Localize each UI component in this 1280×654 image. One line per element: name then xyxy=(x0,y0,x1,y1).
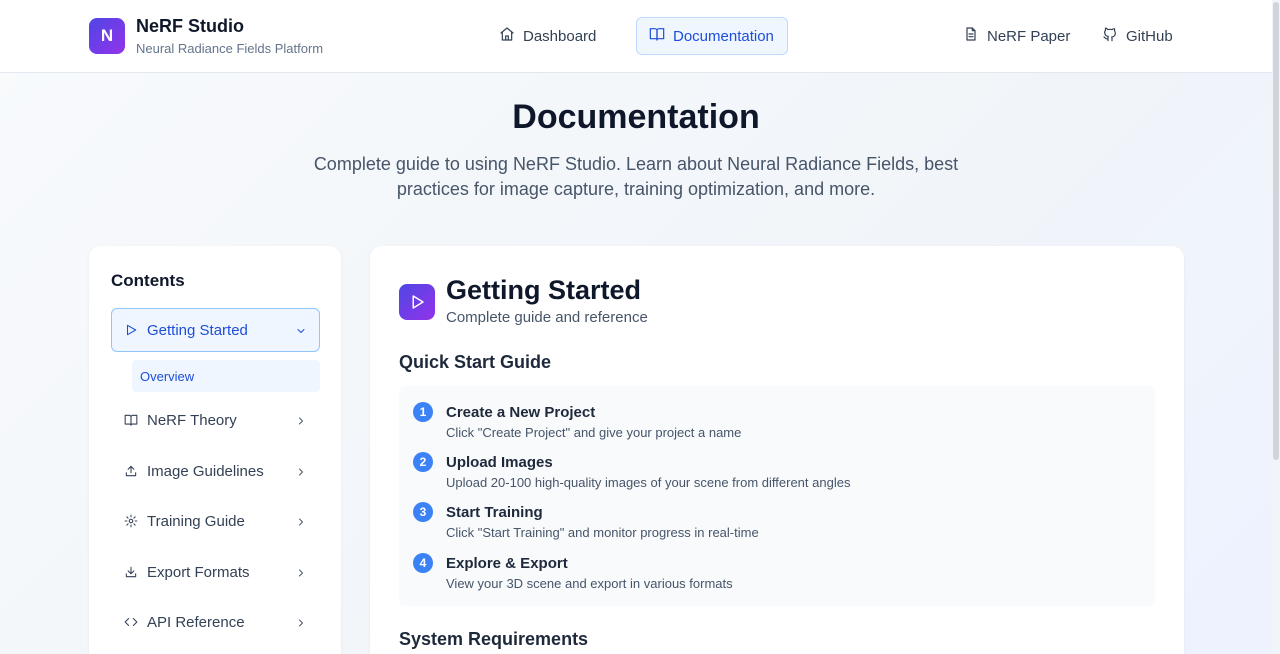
github-icon xyxy=(1102,26,1118,46)
contents-sidebar: Contents Getting Started Overview NeRF T… xyxy=(89,246,341,654)
sidebar-item-api-reference[interactable]: API Reference xyxy=(111,600,320,644)
github-link[interactable]: GitHub xyxy=(1089,17,1186,55)
quick-start-steps: 1 Create a New Project Click "Create Pro… xyxy=(399,386,1155,606)
step-number-badge: 3 xyxy=(413,502,433,522)
chevron-right-icon xyxy=(295,515,307,527)
step-title: Upload Images xyxy=(446,454,553,471)
system-requirements-heading: System Requirements xyxy=(399,629,589,649)
scrollbar-thumb[interactable] xyxy=(1273,2,1279,460)
step-number-badge: 2 xyxy=(413,452,433,472)
quick-start-heading: Quick Start Guide xyxy=(399,352,552,372)
step-description: Click "Create Project" and give your pro… xyxy=(446,425,742,440)
step-title: Create a New Project xyxy=(446,404,596,421)
sidebar-item-nerf-theory[interactable]: NeRF Theory xyxy=(111,398,320,442)
section-subtitle: Complete guide and reference xyxy=(446,309,648,326)
step-title: Explore & Export xyxy=(446,555,568,572)
nerf-paper-label: NeRF Paper xyxy=(987,27,1071,45)
sidebar-item-getting-started[interactable]: Getting Started xyxy=(111,308,320,352)
nerf-paper-link[interactable]: NeRF Paper xyxy=(950,17,1083,55)
logo-icon[interactable]: N xyxy=(89,18,125,54)
page-title: Documentation xyxy=(512,98,760,136)
sidebar-item-label: Training Guide xyxy=(147,512,245,530)
step-description: Upload 20-100 high-quality images of you… xyxy=(446,475,851,490)
sidebar-item-label: NeRF Theory xyxy=(147,411,237,429)
sidebar-item-label: Getting Started xyxy=(147,321,248,339)
step-number-badge: 4 xyxy=(413,553,433,573)
nav-documentation-label: Documentation xyxy=(673,27,774,45)
brand-title[interactable]: NeRF Studio xyxy=(136,16,244,37)
code-icon xyxy=(124,615,138,629)
step-number-badge: 1 xyxy=(413,402,433,422)
sidebar-item-label: Image Guidelines xyxy=(147,462,264,480)
chevron-right-icon xyxy=(295,465,307,477)
logo-letter: N xyxy=(100,26,114,45)
sidebar-item-training-guide[interactable]: Training Guide xyxy=(111,499,320,543)
step-description: View your 3D scene and export in various… xyxy=(446,576,733,591)
upload-icon xyxy=(124,464,138,478)
play-icon xyxy=(124,323,138,337)
github-label: GitHub xyxy=(1126,27,1173,45)
chevron-right-icon xyxy=(295,616,307,628)
download-icon xyxy=(124,565,138,579)
chevron-right-icon xyxy=(295,414,307,426)
book-icon xyxy=(649,26,665,46)
nav-dashboard-label: Dashboard xyxy=(523,27,597,45)
section-title: Getting Started xyxy=(446,275,642,305)
sidebar-subitem-overview[interactable]: Overview xyxy=(132,360,320,392)
nav-documentation-button[interactable]: Documentation xyxy=(636,17,788,55)
top-header: N NeRF Studio Neural Radiance Fields Pla… xyxy=(0,0,1272,73)
step-title: Start Training xyxy=(446,504,543,521)
gear-icon xyxy=(124,514,138,528)
chevron-down-icon xyxy=(295,324,307,336)
sidebar-title: Contents xyxy=(111,271,185,290)
page-scrollbar[interactable] xyxy=(1272,0,1280,654)
file-icon xyxy=(963,26,979,46)
sidebar-item-image-guidelines[interactable]: Image Guidelines xyxy=(111,449,320,493)
sidebar-item-label: API Reference xyxy=(147,613,245,631)
book-icon xyxy=(124,413,138,427)
main-content-card: Getting Started Complete guide and refer… xyxy=(370,246,1184,654)
sidebar-item-export-formats[interactable]: Export Formats xyxy=(111,550,320,594)
home-icon xyxy=(499,26,515,46)
nav-dashboard-button[interactable]: Dashboard xyxy=(486,17,609,55)
chevron-right-icon xyxy=(295,566,307,578)
step-description: Click "Start Training" and monitor progr… xyxy=(446,525,759,540)
play-icon xyxy=(399,284,435,320)
page-description: Complete guide to using NeRF Studio. Lea… xyxy=(313,154,959,199)
sidebar-item-label: Export Formats xyxy=(147,563,250,581)
brand-subtitle: Neural Radiance Fields Platform xyxy=(136,41,324,56)
